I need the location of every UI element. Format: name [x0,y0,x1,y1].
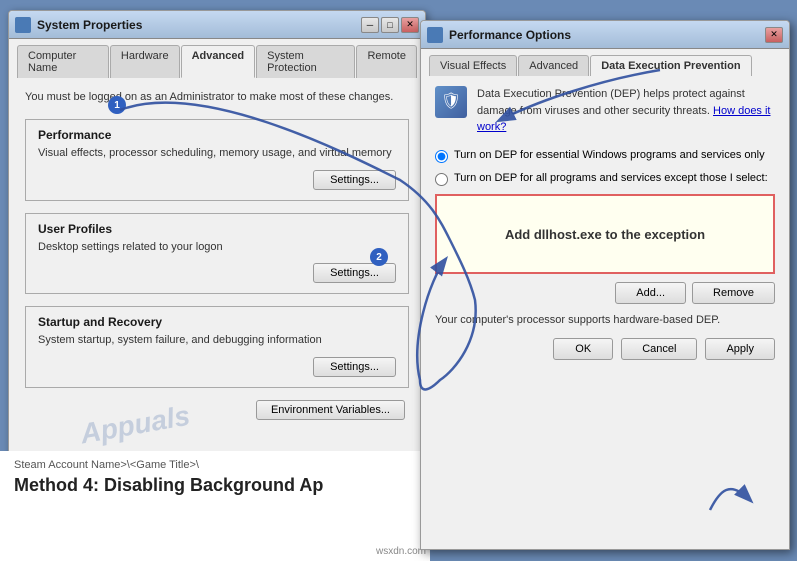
dep-bottom-text: Your computer's processor supports hardw… [435,314,775,326]
admin-notice: You must be logged on as an Administrato… [25,90,409,105]
perf-content: 🛡 Data Execution Prevention (DEP) helps … [421,76,789,370]
sys-props-tabs: Computer Name Hardware Advanced System P… [9,39,425,78]
step-badge-2: 2 [370,248,388,266]
user-profiles-title: User Profiles [38,222,396,236]
close-button[interactable]: ✕ [401,17,419,33]
perf-bottom-buttons: OK Cancel Apply [435,338,775,360]
performance-settings-button[interactable]: Settings... [313,170,396,190]
dep-desc-text: Data Execution Prevention (DEP) helps pr… [477,88,745,117]
user-profiles-desc: Desktop settings related to your logon [38,240,396,255]
dep-radio-1-label: Turn on DEP for essential Windows progra… [454,148,765,163]
maximize-button[interactable]: □ [381,17,399,33]
sys-props-titlebar: System Properties ─ □ ✕ [9,11,425,39]
dep-exception-box: Add dllhost.exe to the exception [435,194,775,274]
perf-tab-advanced[interactable]: Advanced [518,55,589,76]
sys-props-content: You must be logged on as an Administrato… [9,78,425,432]
dep-add-button[interactable]: Add... [615,282,686,304]
perf-tab-visual-effects[interactable]: Visual Effects [429,55,517,76]
perf-apply-button[interactable]: Apply [705,338,775,360]
performance-desc: Visual effects, processor scheduling, me… [38,146,396,161]
user-profiles-section: User Profiles Desktop settings related t… [25,213,409,294]
article-section: Steam Account Name>\<Game Title>\ Method… [0,451,430,561]
site-tag: wsxdn.com [376,546,426,557]
perf-window-controls: ✕ [765,27,783,43]
startup-recovery-settings-button[interactable]: Settings... [313,357,396,377]
perf-ok-button[interactable]: OK [553,338,613,360]
perf-cancel-button[interactable]: Cancel [621,338,697,360]
dep-radio-1[interactable] [435,150,448,163]
dep-radio-option-2: Turn on DEP for all programs and service… [435,171,775,186]
dep-exception-text: Add dllhost.exe to the exception [505,227,705,242]
tab-system-protection[interactable]: System Protection [256,45,355,78]
env-vars-button[interactable]: Environment Variables... [256,400,405,420]
tab-remote[interactable]: Remote [356,45,417,78]
perf-tabs: Visual Effects Advanced Data Execution P… [421,49,789,76]
startup-recovery-desc: System startup, system failure, and debu… [38,333,396,348]
perf-icon [427,27,443,43]
system-properties-window: System Properties ─ □ ✕ Computer Name Ha… [8,10,426,490]
perf-title: Performance Options [449,28,571,42]
window-controls: ─ □ ✕ [361,17,419,33]
startup-recovery-title: Startup and Recovery [38,315,396,329]
dep-radio-2-label: Turn on DEP for all programs and service… [454,171,768,186]
perf-titlebar: Performance Options ✕ [421,21,789,49]
tab-computer-name[interactable]: Computer Name [17,45,109,78]
tab-advanced[interactable]: Advanced [181,45,256,78]
env-vars-row: Environment Variables... [25,400,409,420]
step-badge-1: 1 [108,96,126,114]
sys-props-title: System Properties [37,18,142,32]
add-remove-row: Add... Remove [435,282,775,304]
performance-section: Performance Visual effects, processor sc… [25,119,409,200]
dep-description-row: 🛡 Data Execution Prevention (DEP) helps … [435,86,775,136]
startup-recovery-section: Startup and Recovery System startup, sys… [25,306,409,387]
article-heading: Method 4: Disabling Background Ap [14,475,416,496]
performance-title: Performance [38,128,396,142]
minimize-button[interactable]: ─ [361,17,379,33]
sys-props-icon [15,17,31,33]
tab-hardware[interactable]: Hardware [110,45,180,78]
perf-close-button[interactable]: ✕ [765,27,783,43]
article-path-small: Steam Account Name>\<Game Title>\ [14,459,416,471]
dep-icon: 🛡 [435,86,467,118]
user-profiles-settings-button[interactable]: Settings... [313,263,396,283]
dep-radio-2[interactable] [435,173,448,186]
perf-tab-dep[interactable]: Data Execution Prevention [590,55,751,76]
dep-radio-option-1: Turn on DEP for essential Windows progra… [435,148,775,163]
performance-options-window: Performance Options ✕ Visual Effects Adv… [420,20,790,550]
dep-remove-button[interactable]: Remove [692,282,775,304]
